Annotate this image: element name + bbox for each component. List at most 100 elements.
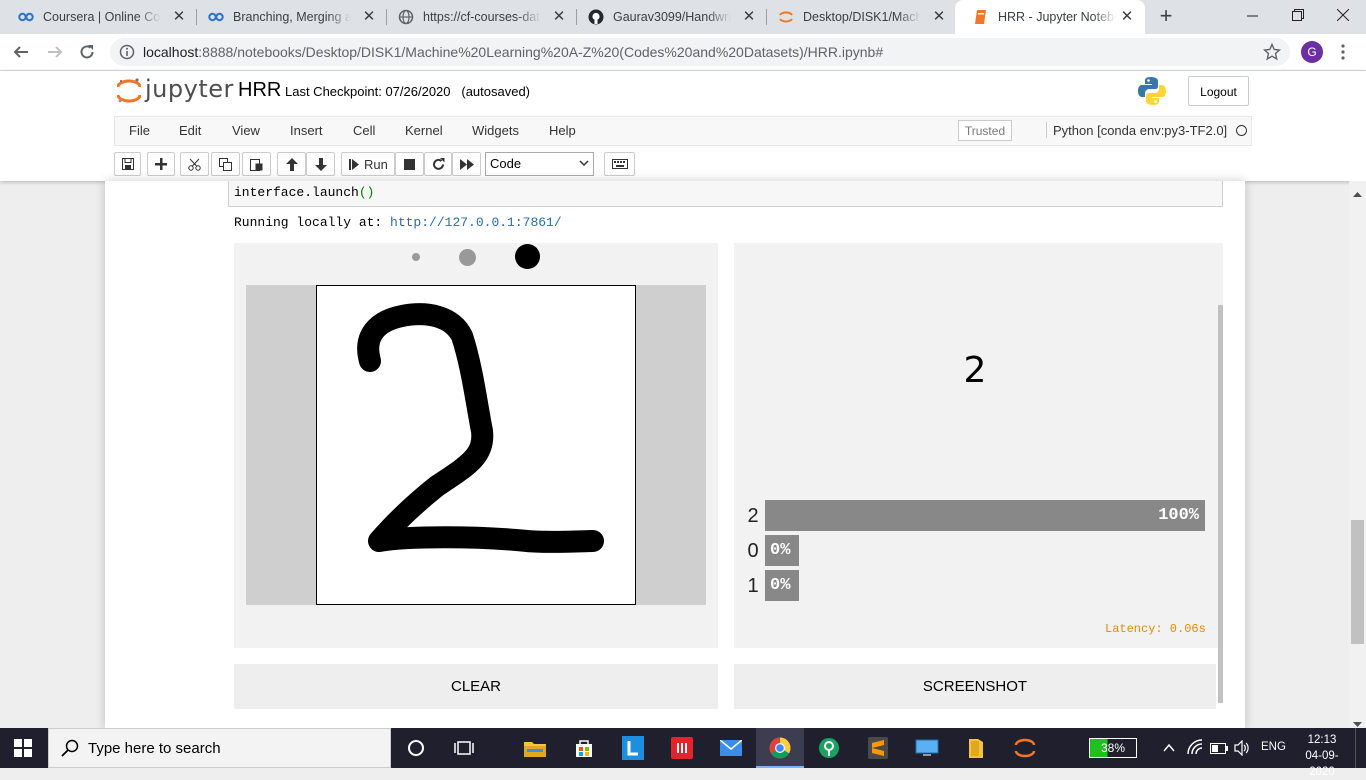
cut-button[interactable] [180, 152, 209, 176]
close-tab-icon[interactable]: ✕ [741, 9, 757, 25]
close-tab-icon[interactable]: ✕ [931, 9, 947, 25]
menu-view[interactable]: View [232, 123, 260, 138]
remote-desktop-icon[interactable] [912, 734, 942, 762]
tab-hrr-notebook[interactable]: HRR - Jupyter Notebook ✕ [955, 0, 1145, 34]
battery-indicator[interactable]: 38% [1089, 738, 1137, 758]
kernel-idle-icon [1236, 125, 1247, 136]
menu-insert[interactable]: Insert [290, 123, 323, 138]
keyboard-icon [611, 159, 628, 169]
menu-kernel[interactable]: Kernel [405, 123, 443, 138]
confidence-label: 1 [747, 575, 759, 597]
file-explorer-icon[interactable] [520, 734, 550, 762]
jupyter-logo-icon[interactable] [116, 77, 142, 105]
close-tab-icon[interactable]: ✕ [361, 9, 377, 25]
maps-app-icon[interactable] [814, 734, 844, 762]
interrupt-button[interactable] [395, 152, 424, 176]
coursera-icon [18, 9, 34, 25]
bookmark-star-icon[interactable] [1262, 42, 1282, 61]
tab-title: Gaurav3099/Handwritten [613, 10, 731, 24]
url-text[interactable]: localhost:8888/notebooks/Desktop/DISK1/M… [143, 44, 883, 60]
volume-icon[interactable] [1234, 739, 1250, 759]
minimize-button[interactable] [1229, 0, 1275, 30]
brush-size-small[interactable] [412, 253, 420, 261]
page-scrollbar-thumb[interactable] [1351, 520, 1364, 644]
profile-avatar[interactable]: G [1301, 41, 1323, 63]
back-arrow-icon[interactable] [10, 41, 32, 63]
command-palette-button[interactable] [604, 152, 635, 176]
brush-size-large[interactable] [515, 244, 540, 269]
tab-desktop-disk1[interactable]: Desktop/DISK1/Machine ✕ [760, 0, 957, 34]
tab-branching[interactable]: Branching, Merging and Rebasing ✕ [190, 0, 387, 34]
output-scrollbar[interactable] [1218, 305, 1223, 703]
jupyter-logo-text[interactable]: jupyter [145, 75, 234, 103]
close-window-button[interactable] [1320, 0, 1366, 30]
brush-size-medium[interactable] [459, 249, 476, 266]
paste-button[interactable] [242, 152, 271, 176]
browser-menu-icon[interactable] [1341, 44, 1345, 60]
cortana-icon[interactable] [401, 734, 431, 762]
run-button[interactable]: Run [341, 152, 395, 176]
insert-cell-button[interactable] [147, 152, 175, 176]
predicted-label: 2 [963, 350, 987, 391]
forward-arrow-icon[interactable] [44, 41, 66, 63]
menu-file[interactable]: File [129, 123, 150, 138]
scroll-up-icon[interactable] [1353, 185, 1362, 200]
restart-button[interactable] [424, 152, 452, 176]
code-cell-input[interactable] [228, 181, 1223, 207]
screenshot-button[interactable]: SCREENSHOT [734, 664, 1216, 709]
new-tab-button[interactable]: + [1154, 5, 1178, 29]
tab-cf-courses[interactable]: https://cf-courses-data.s3 ✕ [380, 0, 577, 34]
move-down-button[interactable] [306, 152, 335, 176]
close-tab-icon[interactable]: ✕ [551, 9, 567, 25]
task-view-icon[interactable] [449, 734, 479, 762]
tab-coursera[interactable]: Coursera | Online Courses ✕ [0, 0, 197, 34]
notebook-name[interactable]: HRR [238, 79, 281, 102]
jupyter-taskbar-icon[interactable] [1010, 734, 1040, 762]
menu-widgets[interactable]: Widgets [472, 123, 519, 138]
store-icon[interactable] [569, 734, 599, 762]
confidence-label: 2 [747, 505, 759, 527]
save-button[interactable] [114, 152, 141, 176]
l-app-icon[interactable] [618, 734, 648, 762]
wifi-icon[interactable] [1187, 739, 1203, 758]
folder-icon[interactable] [961, 734, 991, 762]
checkpoint-text: Last Checkpoint: 07/26/2020 [285, 84, 451, 99]
close-tab-icon[interactable]: ✕ [1119, 9, 1135, 25]
arrow-up-icon [285, 157, 298, 171]
mail-icon[interactable] [716, 734, 746, 762]
tab-github[interactable]: Gaurav3099/Handwritten ✕ [570, 0, 767, 34]
red-app-icon[interactable] [667, 734, 697, 762]
sketchpad-canvas[interactable] [316, 285, 636, 605]
url-path: :8888/notebooks/Desktop/DISK1/Machine%20… [198, 44, 884, 60]
fast-forward-icon [459, 158, 474, 170]
sublime-text-icon[interactable] [863, 734, 893, 762]
language-indicator[interactable]: ENG [1261, 741, 1286, 753]
cell-type-select[interactable]: Code [485, 152, 594, 176]
reload-icon[interactable] [76, 41, 98, 63]
restore-button[interactable] [1275, 0, 1321, 30]
scissors-icon [188, 158, 201, 171]
battery-icon[interactable] [1210, 742, 1228, 757]
clock-date: 04-09-2020 [1305, 750, 1339, 778]
copy-button[interactable] [211, 152, 240, 176]
restart-run-all-button[interactable] [452, 152, 481, 176]
clear-button[interactable]: CLEAR [234, 664, 718, 709]
menu-edit[interactable]: Edit [179, 123, 201, 138]
menu-help[interactable]: Help [549, 123, 576, 138]
move-up-button[interactable] [277, 152, 306, 176]
confidence-value: 0% [770, 541, 791, 560]
page-scrollbar[interactable] [1349, 181, 1366, 728]
chevron-up-icon[interactable] [1163, 741, 1175, 756]
close-tab-icon[interactable]: ✕ [171, 9, 187, 25]
info-icon[interactable] [119, 44, 135, 60]
local-url-link[interactable]: http://127.0.0.1:7861/ [390, 215, 562, 230]
clock[interactable]: 12:13 04-09-2020 [1296, 732, 1348, 780]
menu-cell[interactable]: Cell [353, 123, 375, 138]
show-desktop-button[interactable] [1355, 728, 1359, 768]
logout-button[interactable]: Logout [1188, 76, 1249, 106]
confidence-label: 0 [747, 540, 759, 562]
chrome-icon[interactable] [765, 734, 795, 762]
kernel-name[interactable]: Python [conda env:py3-TF2.0] [1053, 123, 1227, 138]
trusted-indicator[interactable]: Trusted [958, 120, 1012, 141]
windows-start-icon[interactable] [14, 739, 32, 757]
